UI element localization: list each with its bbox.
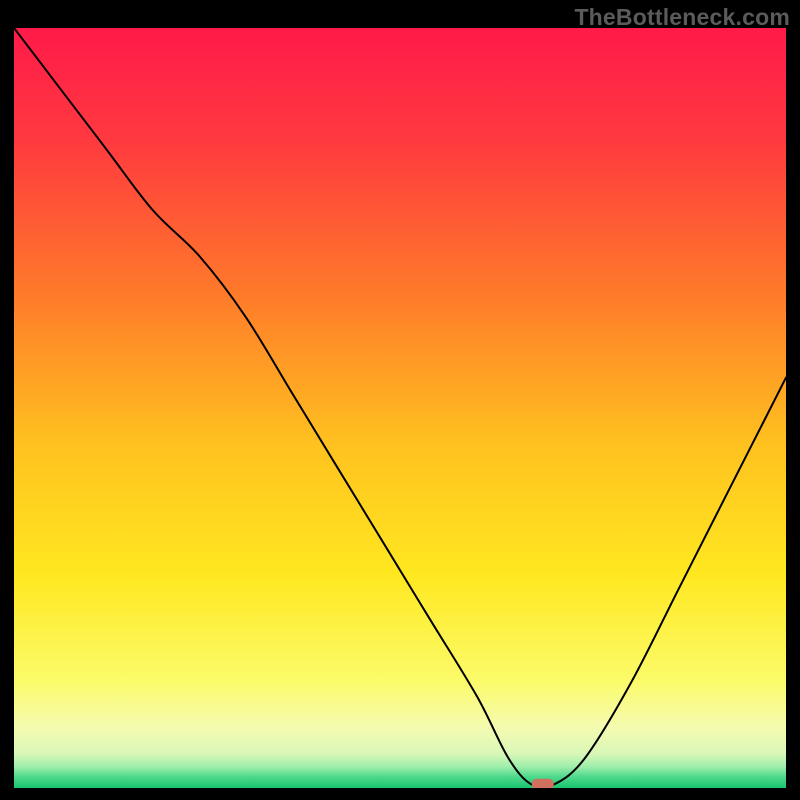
chart-frame: TheBottleneck.com (0, 0, 800, 800)
chart-background (14, 28, 786, 788)
watermark-text: TheBottleneck.com (574, 4, 790, 31)
bottleneck-chart (14, 28, 786, 788)
current-config-marker (532, 779, 554, 788)
